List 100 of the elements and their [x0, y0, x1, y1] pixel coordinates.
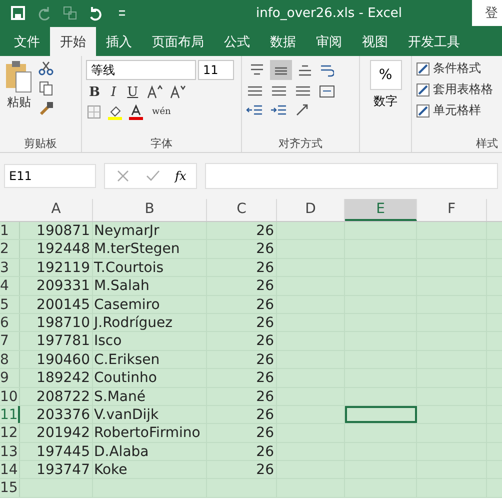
- formula-input[interactable]: [205, 163, 498, 189]
- align-button[interactable]: [270, 60, 292, 80]
- table-cell: 203376: [20, 406, 93, 424]
- column-header[interactable]: B: [93, 199, 207, 221]
- row-header[interactable]: 7: [0, 332, 20, 350]
- table-cell: 190460: [20, 350, 93, 368]
- table-cell: V.vanDijk: [93, 406, 207, 424]
- row-header[interactable]: 9: [0, 369, 20, 387]
- font-name-field[interactable]: 等线: [86, 60, 196, 80]
- decrease-font-icon[interactable]: [169, 84, 188, 100]
- ribbon-tab[interactable]: 审阅: [306, 28, 352, 56]
- ribbon-tab[interactable]: 文件: [4, 28, 50, 56]
- table-cell: Koke: [93, 461, 207, 478]
- row-header[interactable]: 6: [0, 314, 20, 332]
- table-style-icon: [416, 104, 430, 118]
- table-cell: 26: [207, 332, 277, 350]
- bold-button[interactable]: B: [86, 84, 103, 100]
- table-cell: NeymarJr: [93, 222, 207, 240]
- column-header[interactable]: E: [345, 199, 417, 221]
- cut-icon[interactable]: [38, 60, 54, 76]
- table-cell: S.Mané: [93, 388, 207, 405]
- table-cell: Isco: [93, 332, 207, 350]
- ribbon-tab[interactable]: 视图: [352, 28, 398, 56]
- borders-icon[interactable]: [86, 104, 102, 120]
- table-cell: 26: [207, 369, 277, 387]
- insert-function-button[interactable]: fx: [175, 169, 186, 183]
- table-cell: 198710: [20, 314, 93, 332]
- table-cell: 26: [207, 442, 277, 460]
- column-header[interactable]: A: [20, 199, 93, 221]
- row-header[interactable]: 2: [0, 240, 20, 258]
- row-header[interactable]: 14: [0, 461, 20, 478]
- table-style-icon: [416, 62, 430, 76]
- group-label: 字体: [150, 136, 174, 152]
- save-icon[interactable]: [10, 5, 26, 21]
- row-header[interactable]: 3: [0, 258, 20, 276]
- row-header[interactable]: 5: [0, 296, 20, 313]
- merge-cells-icon[interactable]: [318, 83, 336, 99]
- column-header[interactable]: C: [207, 199, 277, 221]
- undo-icon[interactable]: [88, 5, 104, 21]
- table-cell: 26: [207, 258, 277, 276]
- table-cell: M.terStegen: [93, 240, 207, 258]
- table-cell: 26: [207, 424, 277, 442]
- font-size-field[interactable]: 11: [198, 60, 234, 80]
- italic-button[interactable]: I: [108, 84, 120, 100]
- ribbon-tab[interactable]: 插入: [96, 28, 142, 56]
- ribbon-tab[interactable]: 开发工具: [398, 28, 470, 56]
- ribbon-tab[interactable]: 公式: [214, 28, 260, 56]
- style-menu-item[interactable]: 条件格式: [416, 60, 481, 77]
- table-cell: M.Salah: [93, 277, 207, 295]
- fill-color-icon[interactable]: [107, 104, 123, 120]
- ribbon-tab[interactable]: 数据: [260, 28, 306, 56]
- format-painter-icon[interactable]: [38, 100, 54, 116]
- row-header[interactable]: 10: [0, 388, 20, 405]
- table-cell: 26: [207, 240, 277, 258]
- orientation-icon[interactable]: [294, 102, 310, 118]
- row-header[interactable]: 12: [0, 424, 20, 442]
- table-cell: 192448: [20, 240, 93, 258]
- group-label: 对齐方式: [278, 136, 324, 152]
- table-cell: 26: [207, 461, 277, 478]
- clipboard-icon: [4, 60, 34, 94]
- table-cell: 192119: [20, 258, 93, 276]
- table-cell: 26: [207, 406, 277, 424]
- column-header[interactable]: F: [417, 199, 487, 221]
- sign-in-link[interactable]: 登: [472, 0, 502, 26]
- name-box[interactable]: E11: [4, 164, 96, 188]
- table-cell: 26: [207, 296, 277, 313]
- increase-font-icon[interactable]: [146, 84, 164, 100]
- copy-icon[interactable]: [38, 80, 54, 96]
- underline-button[interactable]: U: [124, 84, 142, 100]
- row-header[interactable]: 15: [0, 479, 20, 497]
- table-style-icon: [416, 82, 430, 96]
- row-header[interactable]: 13: [0, 442, 20, 460]
- table-cell: 26: [207, 350, 277, 368]
- style-menu-item[interactable]: 单元格样: [416, 102, 481, 119]
- table-cell: Coutinho: [93, 369, 207, 387]
- group-label: 样式: [475, 136, 498, 152]
- table-cell: 189242: [20, 369, 93, 387]
- row-header[interactable]: 1: [0, 222, 20, 240]
- table-cell: T.Courtois: [93, 258, 207, 276]
- ribbon-tab[interactable]: 页面布局: [142, 28, 214, 56]
- phonetic-guide-button[interactable]: wén: [149, 107, 174, 117]
- table-cell: D.Alaba: [93, 442, 207, 460]
- table-cell: J.Rodríguez: [93, 314, 207, 332]
- number-label: 数字: [374, 93, 398, 110]
- table-cell: C.Eriksen: [93, 350, 207, 368]
- window-title: info_over26.xls - Excel: [256, 6, 402, 20]
- table-cell: RobertoFirmino: [93, 424, 207, 442]
- active-cell[interactable]: [345, 406, 417, 424]
- paste-button[interactable]: 粘贴: [4, 60, 34, 136]
- table-cell: Casemiro: [93, 296, 207, 313]
- number-format-button[interactable]: %: [370, 60, 402, 90]
- table-cell: 26: [207, 277, 277, 295]
- table-cell: 26: [207, 388, 277, 405]
- style-menu-item[interactable]: 套用表格格: [416, 81, 493, 98]
- row-header[interactable]: 8: [0, 350, 20, 368]
- font-color-icon[interactable]: [128, 104, 144, 120]
- table-cell: 26: [207, 222, 277, 240]
- row-header[interactable]: 11: [0, 406, 20, 424]
- row-header[interactable]: 4: [0, 277, 20, 295]
- ribbon-tab[interactable]: 开始: [50, 27, 96, 56]
